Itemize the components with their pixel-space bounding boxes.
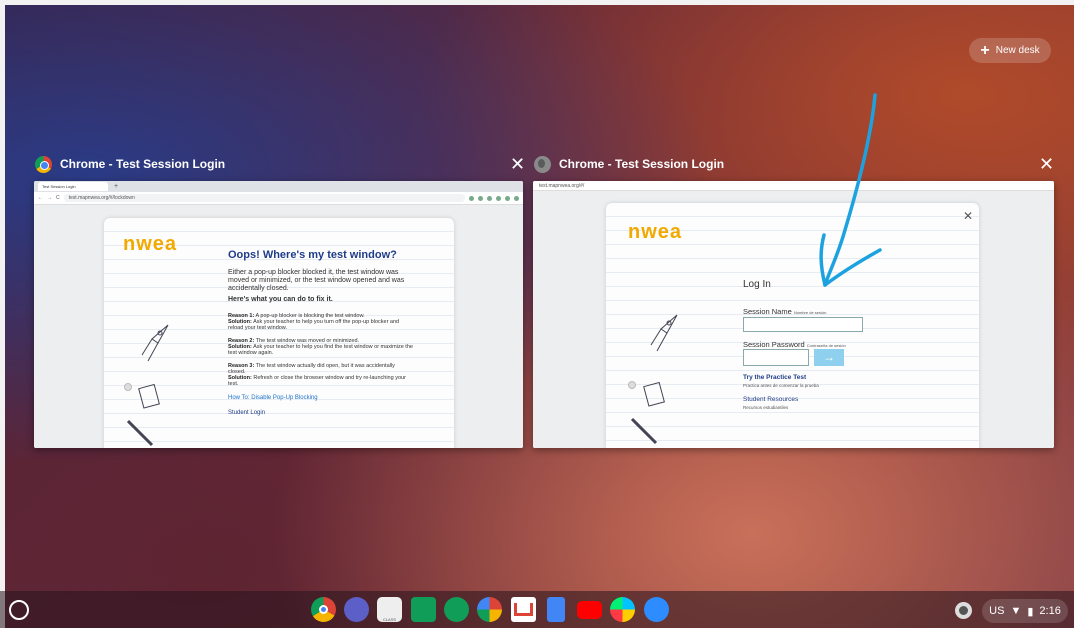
disable-popup-link[interactable]: How To: Disable Pop-Up Blocking	[228, 395, 318, 401]
play-store-icon[interactable]	[610, 597, 635, 622]
dialog-close-icon[interactable]: ✕	[963, 207, 973, 225]
reload-icon[interactable]: C	[56, 195, 60, 201]
login-submit-button[interactable]: →	[814, 349, 844, 366]
practice-test-link[interactable]: Try the Practice Test	[743, 374, 806, 381]
zoom-icon[interactable]	[644, 597, 669, 622]
screen-border-top	[0, 0, 1074, 5]
new-desk-label: New desk	[995, 45, 1040, 56]
teams-icon[interactable]	[344, 597, 369, 622]
status-area[interactable]: US ▼ ▮ 2:16	[982, 599, 1068, 623]
new-desk-button[interactable]: + New desk	[969, 38, 1051, 63]
student-resources-sub: Recursos estudiantiles	[743, 405, 789, 410]
browser-tab[interactable]: Test Session Login	[38, 182, 108, 191]
window-2-preview[interactable]: test.mapnwea.org/#/ ✕ nwea Log In Sessio…	[533, 181, 1054, 448]
window-2-title-bar[interactable]: Chrome - Test Session Login	[534, 153, 724, 175]
window-1-preview[interactable]: Test Session Login + ← → C test.mapnwea.…	[34, 181, 523, 448]
book-illustration	[138, 383, 160, 409]
hangouts-icon[interactable]	[444, 597, 469, 622]
browser-toolbar: ← → C test.mapnwea.org/#/lockdown	[34, 192, 523, 205]
class-label: CLASS	[382, 617, 397, 622]
forward-icon[interactable]: →	[47, 195, 52, 201]
session-name-input[interactable]	[743, 317, 863, 332]
ruler-illustration	[126, 419, 154, 447]
class-icon[interactable]: CLASS	[377, 597, 402, 622]
youtube-icon[interactable]	[577, 601, 602, 619]
extensions-icons[interactable]	[469, 195, 519, 201]
address-bar[interactable]: test.mapnwea.org/#/	[533, 181, 1054, 191]
back-icon[interactable]: ←	[38, 195, 43, 201]
session-password-label: Session Password Contraseña de sesión	[743, 340, 846, 349]
reason-3: Reason 3: The test window actually did o…	[228, 363, 413, 387]
reason-2: Reason 2: The test window was moved or m…	[228, 338, 413, 356]
launcher-icon[interactable]	[9, 600, 29, 620]
photos-icon[interactable]	[477, 597, 502, 622]
chrome-icon[interactable]	[311, 597, 336, 622]
fix-subheading: Here's what you can do to fix it.	[228, 296, 333, 303]
new-tab-icon[interactable]: +	[114, 183, 118, 190]
session-password-label-text: Session Password	[743, 340, 805, 349]
session-name-label: Session Name Nombre de sesión	[743, 307, 826, 316]
solution-1-text: Ask your teacher to help you turn off th…	[228, 319, 400, 331]
session-password-input[interactable]	[743, 349, 809, 366]
screen-border-left	[0, 0, 5, 628]
practice-test-sub: Practica antes de comenzar la prueba	[743, 383, 819, 388]
classroom-icon[interactable]	[411, 597, 436, 622]
docs-icon[interactable]	[547, 597, 565, 622]
window-1-close-icon[interactable]: ✕	[510, 155, 525, 173]
book-illustration	[643, 381, 665, 407]
solution-2-text: Ask your teacher to help you find the te…	[228, 344, 413, 356]
session-name-sublabel: Nombre de sesión	[793, 310, 827, 315]
intro-text: Either a pop-up blocker blocked it, the …	[228, 269, 405, 292]
account-icon[interactable]	[955, 602, 972, 619]
window-1-title: Chrome - Test Session Login	[60, 157, 226, 171]
session-password-sublabel: Contraseña de sesión	[806, 343, 846, 348]
solution-3-text: Refresh or close the browser window and …	[228, 375, 406, 387]
student-resources-link[interactable]: Student Resources	[743, 396, 798, 403]
nwea-logo: nwea	[628, 221, 683, 243]
chrome-icon	[35, 155, 52, 173]
session-name-label-text: Session Name	[743, 307, 792, 316]
locale-label: US	[989, 605, 1005, 617]
battery-icon: ▮	[1027, 605, 1034, 618]
rocket-illustration	[650, 314, 678, 352]
window-2-close-icon[interactable]: ✕	[1039, 155, 1054, 173]
nwea-logo: nwea	[123, 233, 178, 255]
oops-heading: Oops! Where's my test window?	[228, 249, 397, 261]
clock-label: 2:16	[1039, 605, 1061, 617]
window-2-title: Chrome - Test Session Login	[559, 157, 725, 171]
plus-icon: +	[980, 41, 990, 59]
reason-1: Reason 1: A pop-up blocker is blocking t…	[228, 313, 413, 331]
globe-icon	[534, 155, 551, 173]
address-bar[interactable]: test.mapnwea.org/#/lockdown	[63, 194, 465, 202]
student-login-link[interactable]: Student Login	[228, 410, 265, 416]
browser-tab-label: Test Session Login	[42, 184, 76, 189]
rocket-illustration	[141, 324, 169, 362]
reason-3-text: The test window actually did open, but i…	[228, 363, 395, 375]
gmail-icon[interactable]	[511, 597, 536, 622]
tab-strip: Test Session Login +	[34, 181, 523, 192]
annotation-arrow	[819, 93, 882, 287]
decoration-circle	[124, 383, 132, 391]
ruler-illustration	[630, 417, 658, 445]
shelf	[0, 591, 1074, 628]
window-1-title-bar[interactable]: Chrome - Test Session Login	[35, 153, 225, 175]
wifi-icon: ▼	[1010, 605, 1022, 617]
login-title: Log In	[743, 279, 771, 290]
decoration-circle	[628, 381, 636, 389]
